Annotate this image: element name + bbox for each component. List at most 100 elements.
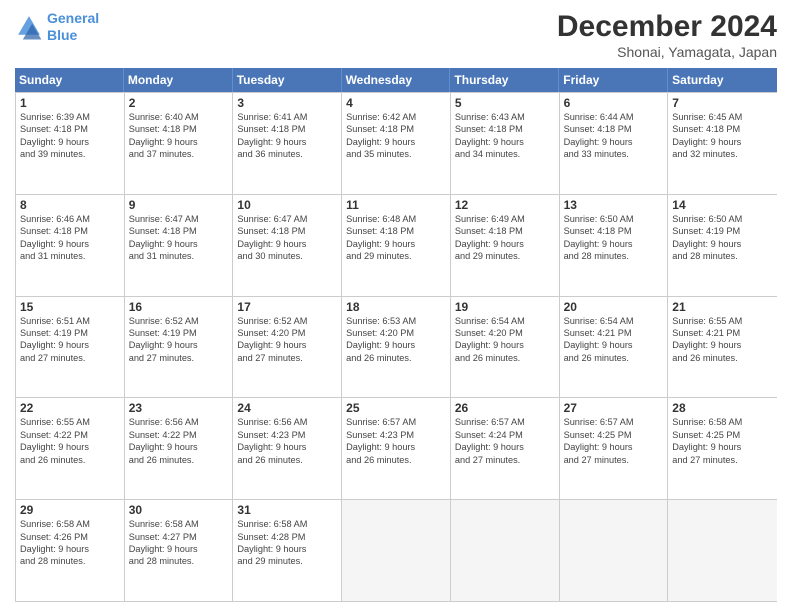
day-12: 12Sunrise: 6:49 AMSunset: 4:18 PMDayligh… <box>451 195 560 296</box>
calendar-header: SundayMondayTuesdayWednesdayThursdayFrid… <box>15 68 777 92</box>
day-number-1: 1 <box>20 96 120 110</box>
cell-line-0: Sunrise: 6:57 AM <box>346 416 446 428</box>
day-number-13: 13 <box>564 198 664 212</box>
cell-line-2: Daylight: 9 hours <box>455 441 555 453</box>
cell-line-1: Sunset: 4:18 PM <box>346 123 446 135</box>
day-number-11: 11 <box>346 198 446 212</box>
logo-text: General Blue <box>47 10 99 44</box>
cell-line-0: Sunrise: 6:47 AM <box>129 213 229 225</box>
cell-line-0: Sunrise: 6:57 AM <box>455 416 555 428</box>
cell-line-2: Daylight: 9 hours <box>564 441 664 453</box>
cell-line-2: Daylight: 9 hours <box>346 136 446 148</box>
day-number-27: 27 <box>564 401 664 415</box>
cell-line-2: Daylight: 9 hours <box>455 238 555 250</box>
day-number-20: 20 <box>564 300 664 314</box>
day-number-8: 8 <box>20 198 120 212</box>
day-number-18: 18 <box>346 300 446 314</box>
day-25: 25Sunrise: 6:57 AMSunset: 4:23 PMDayligh… <box>342 398 451 499</box>
cell-line-3: and 27 minutes. <box>672 454 773 466</box>
header-day-friday: Friday <box>559 68 668 92</box>
cell-line-0: Sunrise: 6:44 AM <box>564 111 664 123</box>
day-7: 7Sunrise: 6:45 AMSunset: 4:18 PMDaylight… <box>668 93 777 194</box>
day-24: 24Sunrise: 6:56 AMSunset: 4:23 PMDayligh… <box>233 398 342 499</box>
week-row-2: 8Sunrise: 6:46 AMSunset: 4:18 PMDaylight… <box>16 194 777 296</box>
cell-line-0: Sunrise: 6:52 AM <box>237 315 337 327</box>
week-row-3: 15Sunrise: 6:51 AMSunset: 4:19 PMDayligh… <box>16 296 777 398</box>
day-1: 1Sunrise: 6:39 AMSunset: 4:18 PMDaylight… <box>16 93 125 194</box>
cell-line-0: Sunrise: 6:54 AM <box>455 315 555 327</box>
cell-line-1: Sunset: 4:18 PM <box>20 225 120 237</box>
day-number-21: 21 <box>672 300 773 314</box>
cell-line-1: Sunset: 4:24 PM <box>455 429 555 441</box>
cell-line-3: and 34 minutes. <box>455 148 555 160</box>
logo-line2: Blue <box>47 27 77 43</box>
cell-line-3: and 26 minutes. <box>129 454 229 466</box>
day-16: 16Sunrise: 6:52 AMSunset: 4:19 PMDayligh… <box>125 297 234 398</box>
day-number-7: 7 <box>672 96 773 110</box>
day-number-9: 9 <box>129 198 229 212</box>
title-area: December 2024 Shonai, Yamagata, Japan <box>557 10 777 60</box>
header-day-monday: Monday <box>124 68 233 92</box>
day-number-17: 17 <box>237 300 337 314</box>
day-21: 21Sunrise: 6:55 AMSunset: 4:21 PMDayligh… <box>668 297 777 398</box>
cell-line-2: Daylight: 9 hours <box>129 441 229 453</box>
cell-line-3: and 26 minutes. <box>237 454 337 466</box>
empty-cell-4-6 <box>668 500 777 601</box>
cell-line-2: Daylight: 9 hours <box>129 238 229 250</box>
cell-line-3: and 26 minutes. <box>564 352 664 364</box>
day-number-31: 31 <box>237 503 337 517</box>
day-number-6: 6 <box>564 96 664 110</box>
cell-line-1: Sunset: 4:22 PM <box>129 429 229 441</box>
cell-line-0: Sunrise: 6:47 AM <box>237 213 337 225</box>
calendar: SundayMondayTuesdayWednesdayThursdayFrid… <box>15 68 777 602</box>
day-number-12: 12 <box>455 198 555 212</box>
cell-line-0: Sunrise: 6:41 AM <box>237 111 337 123</box>
cell-line-0: Sunrise: 6:43 AM <box>455 111 555 123</box>
day-26: 26Sunrise: 6:57 AMSunset: 4:24 PMDayligh… <box>451 398 560 499</box>
day-number-3: 3 <box>237 96 337 110</box>
cell-line-2: Daylight: 9 hours <box>455 136 555 148</box>
cell-line-1: Sunset: 4:26 PM <box>20 531 120 543</box>
cell-line-0: Sunrise: 6:58 AM <box>672 416 773 428</box>
day-number-4: 4 <box>346 96 446 110</box>
cell-line-1: Sunset: 4:23 PM <box>237 429 337 441</box>
cell-line-1: Sunset: 4:20 PM <box>346 327 446 339</box>
week-row-5: 29Sunrise: 6:58 AMSunset: 4:26 PMDayligh… <box>16 499 777 601</box>
cell-line-1: Sunset: 4:22 PM <box>20 429 120 441</box>
day-17: 17Sunrise: 6:52 AMSunset: 4:20 PMDayligh… <box>233 297 342 398</box>
cell-line-0: Sunrise: 6:58 AM <box>20 518 120 530</box>
cell-line-1: Sunset: 4:18 PM <box>237 123 337 135</box>
cell-line-1: Sunset: 4:18 PM <box>20 123 120 135</box>
day-2: 2Sunrise: 6:40 AMSunset: 4:18 PMDaylight… <box>125 93 234 194</box>
cell-line-1: Sunset: 4:18 PM <box>129 225 229 237</box>
day-number-14: 14 <box>672 198 773 212</box>
logo: General Blue <box>15 10 99 44</box>
day-8: 8Sunrise: 6:46 AMSunset: 4:18 PMDaylight… <box>16 195 125 296</box>
cell-line-0: Sunrise: 6:58 AM <box>129 518 229 530</box>
calendar-body: 1Sunrise: 6:39 AMSunset: 4:18 PMDaylight… <box>15 92 777 602</box>
cell-line-1: Sunset: 4:20 PM <box>237 327 337 339</box>
cell-line-2: Daylight: 9 hours <box>672 441 773 453</box>
day-number-19: 19 <box>455 300 555 314</box>
cell-line-0: Sunrise: 6:50 AM <box>564 213 664 225</box>
cell-line-3: and 29 minutes. <box>237 555 337 567</box>
day-number-10: 10 <box>237 198 337 212</box>
cell-line-3: and 26 minutes. <box>672 352 773 364</box>
cell-line-0: Sunrise: 6:55 AM <box>20 416 120 428</box>
cell-line-1: Sunset: 4:28 PM <box>237 531 337 543</box>
cell-line-3: and 30 minutes. <box>237 250 337 262</box>
cell-line-1: Sunset: 4:27 PM <box>129 531 229 543</box>
cell-line-0: Sunrise: 6:58 AM <box>237 518 337 530</box>
cell-line-1: Sunset: 4:18 PM <box>564 123 664 135</box>
day-3: 3Sunrise: 6:41 AMSunset: 4:18 PMDaylight… <box>233 93 342 194</box>
cell-line-3: and 31 minutes. <box>129 250 229 262</box>
cell-line-1: Sunset: 4:25 PM <box>564 429 664 441</box>
cell-line-1: Sunset: 4:18 PM <box>672 123 773 135</box>
day-6: 6Sunrise: 6:44 AMSunset: 4:18 PMDaylight… <box>560 93 669 194</box>
cell-line-0: Sunrise: 6:53 AM <box>346 315 446 327</box>
cell-line-2: Daylight: 9 hours <box>20 441 120 453</box>
cell-line-1: Sunset: 4:18 PM <box>346 225 446 237</box>
cell-line-0: Sunrise: 6:42 AM <box>346 111 446 123</box>
day-22: 22Sunrise: 6:55 AMSunset: 4:22 PMDayligh… <box>16 398 125 499</box>
day-20: 20Sunrise: 6:54 AMSunset: 4:21 PMDayligh… <box>560 297 669 398</box>
